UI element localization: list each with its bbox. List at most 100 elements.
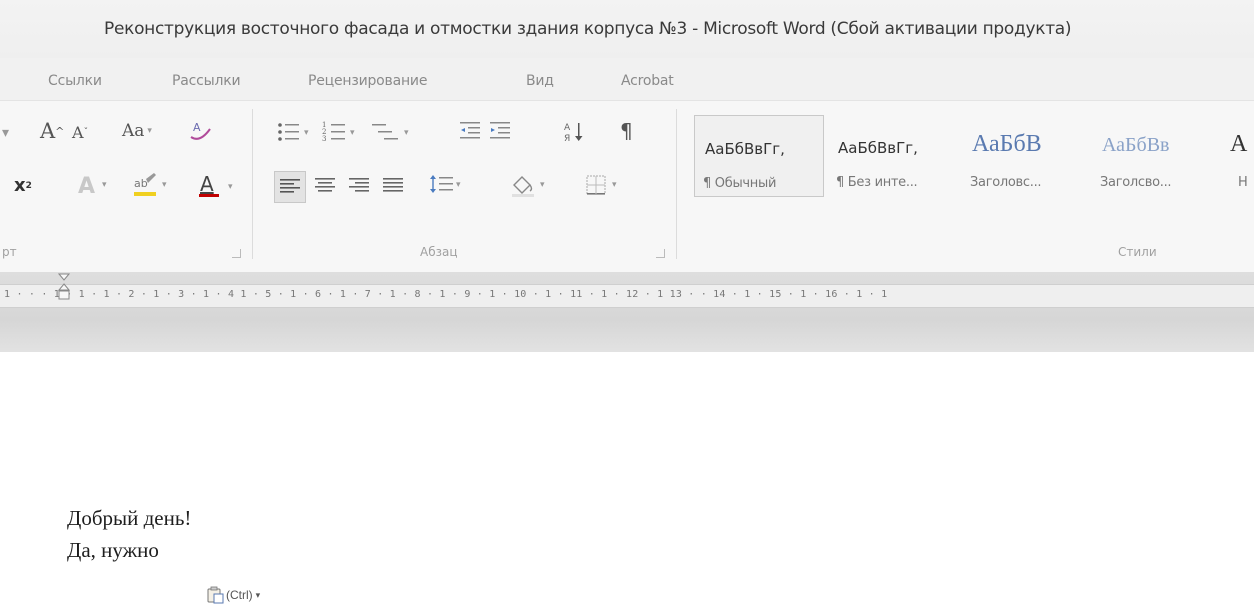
style-sample: А <box>1230 131 1248 157</box>
svg-text:▾: ▾ <box>350 128 355 138</box>
bullets-icon: ▾ <box>278 123 309 141</box>
svg-text:▾: ▾ <box>102 180 107 190</box>
styles-group-label: Стили <box>1118 245 1157 259</box>
style-name: ¶ Без инте... <box>836 175 918 190</box>
align-right-icon <box>349 178 369 192</box>
grow-font-icon: A <box>40 119 56 143</box>
tab-view[interactable]: Вид <box>526 73 554 89</box>
show-formatting-marks-button[interactable]: ¶ <box>620 119 633 143</box>
shrink-font-button[interactable]: Aˇ <box>72 123 88 142</box>
paint-bucket-icon: ▾ <box>512 176 545 197</box>
font-dialog-launcher-icon[interactable] <box>232 249 241 258</box>
text-effects-icon: A ▾ <box>78 174 107 199</box>
clipboard-icon <box>207 586 224 604</box>
align-left-button[interactable] <box>274 171 306 203</box>
indent-marker-icon[interactable] <box>58 272 70 310</box>
text-effects-button[interactable]: A ▾ <box>76 171 116 199</box>
paste-options-button[interactable]: (Ctrl) ▾ <box>206 585 260 605</box>
tab-acrobat[interactable]: Acrobat <box>621 73 674 89</box>
svg-text:A: A <box>200 172 214 196</box>
font-size-dropdown-arrow[interactable]: ▾ <box>2 125 9 141</box>
svg-text:ab: ab <box>134 177 148 190</box>
shrink-font-icon: A <box>72 123 84 142</box>
style-title-partial[interactable]: А Н <box>1226 115 1254 195</box>
style-name: ¶ Обычный <box>703 176 777 191</box>
chevron-down-icon: ▾ <box>255 589 261 600</box>
svg-text:▾: ▾ <box>540 180 545 190</box>
svg-text:A: A <box>564 123 571 133</box>
change-case-button[interactable]: Aa ▾ <box>122 121 152 141</box>
document-line-reply[interactable]: Да, нужно <box>67 538 159 563</box>
superscript-button[interactable]: x2 <box>14 175 32 196</box>
svg-text:▾: ▾ <box>162 180 167 190</box>
paragraph-dialog-launcher-icon[interactable] <box>656 249 665 258</box>
align-right-button[interactable] <box>344 171 374 201</box>
decrease-indent-button[interactable] <box>458 119 484 145</box>
highlighter-icon: ab ▾ <box>134 173 167 196</box>
highlight-color-button[interactable]: ab ▾ <box>132 171 176 199</box>
horizontal-ruler[interactable]: 1 · · · 1 · 1 · 1 · 2 · 1 · 3 · 1 · 4 1 … <box>0 284 1254 308</box>
svg-text:3: 3 <box>322 135 326 143</box>
svg-text:A: A <box>78 174 95 199</box>
align-center-button[interactable] <box>310 171 340 201</box>
svg-text:▾: ▾ <box>456 180 461 190</box>
numbering-button[interactable]: 1 2 3 ▾ <box>322 119 362 145</box>
style-name: Заголсво... <box>1100 175 1172 190</box>
grow-font-button[interactable]: A ^ <box>40 119 64 143</box>
numbering-icon: 1 2 3 ▾ <box>322 121 355 143</box>
line-spacing-icon: ▾ <box>430 175 461 193</box>
tab-references[interactable]: Ссылки <box>48 73 102 89</box>
svg-text:▾: ▾ <box>304 128 309 138</box>
multilevel-list-icon: ▾ <box>372 124 409 140</box>
paragraph-group-label: Абзац <box>420 245 458 259</box>
title-bar: Реконструкция восточного фасада и отмост… <box>0 0 1254 58</box>
borders-icon: ▾ <box>586 175 617 195</box>
svg-text:Я: Я <box>564 134 570 144</box>
justify-button[interactable] <box>378 171 408 201</box>
borders-button[interactable]: ▾ <box>584 171 624 199</box>
ruler-area: 1 · · · 1 · 1 · 1 · 2 · 1 · 3 · 1 · 4 1 … <box>0 272 1254 352</box>
paste-options-label: (Ctrl) <box>226 588 253 602</box>
ribbon-tabs: Ссылки Рассылки Рецензирование Вид Acrob… <box>0 58 1254 100</box>
document-line-greeting[interactable]: Добрый день! <box>67 506 191 531</box>
clear-formatting-icon: A <box>190 121 211 140</box>
svg-text:▾: ▾ <box>404 128 409 138</box>
ruler-ticks: 1 · · · 1 · 1 · 1 · 2 · 1 · 3 · 1 · 4 1 … <box>4 289 888 300</box>
clear-formatting-button[interactable]: A <box>186 117 214 145</box>
bullets-button[interactable]: ▾ <box>276 119 316 145</box>
decrease-indent-icon <box>460 122 480 139</box>
font-group-label: рт <box>2 245 17 259</box>
sort-icon: A Я <box>564 123 583 144</box>
font-color-button[interactable]: A ▾ <box>196 171 242 201</box>
style-sample: АаБбВ <box>972 131 1042 157</box>
sort-button[interactable]: A Я <box>562 119 586 145</box>
align-center-icon <box>315 178 335 192</box>
line-spacing-button[interactable]: ▾ <box>428 171 468 199</box>
increase-indent-button[interactable] <box>488 119 514 145</box>
style-normal[interactable]: АаБбВвГг, ¶ Обычный <box>694 115 824 197</box>
increase-indent-icon <box>490 122 510 139</box>
style-no-spacing[interactable]: АаБбВвГг, ¶ Без инте... <box>828 115 956 195</box>
style-name: Н <box>1238 175 1248 190</box>
style-heading-1[interactable]: АаБбВ Заголовс... <box>962 115 1090 195</box>
window-title: Реконструкция восточного фасада и отмост… <box>104 19 1072 39</box>
pilcrow-icon: ¶ <box>620 119 633 143</box>
change-case-icon: Aa <box>122 121 145 141</box>
style-name: Заголовс... <box>970 175 1042 190</box>
tab-review[interactable]: Рецензирование <box>308 73 427 89</box>
svg-text:▾: ▾ <box>612 180 617 190</box>
shading-button[interactable]: ▾ <box>508 171 552 199</box>
group-separator <box>252 109 253 259</box>
style-sample: АаБбВвГг, <box>705 140 785 158</box>
style-heading-2[interactable]: АаБбВв Заголсво... <box>1092 115 1220 195</box>
document-page[interactable]: Добрый день! Да, нужно (Ctrl) ▾ <box>0 352 1254 607</box>
tab-mailings[interactable]: Рассылки <box>172 73 241 89</box>
style-sample: АаБбВв <box>1102 134 1170 156</box>
word-window: Реконструкция восточного фасада и отмост… <box>0 0 1254 607</box>
align-left-icon <box>280 179 300 193</box>
superscript-icon: x <box>14 175 26 196</box>
justify-icon <box>383 178 403 192</box>
group-separator <box>676 109 677 259</box>
style-sample: АаБбВвГг, <box>838 139 918 157</box>
multilevel-list-button[interactable]: ▾ <box>372 119 416 145</box>
